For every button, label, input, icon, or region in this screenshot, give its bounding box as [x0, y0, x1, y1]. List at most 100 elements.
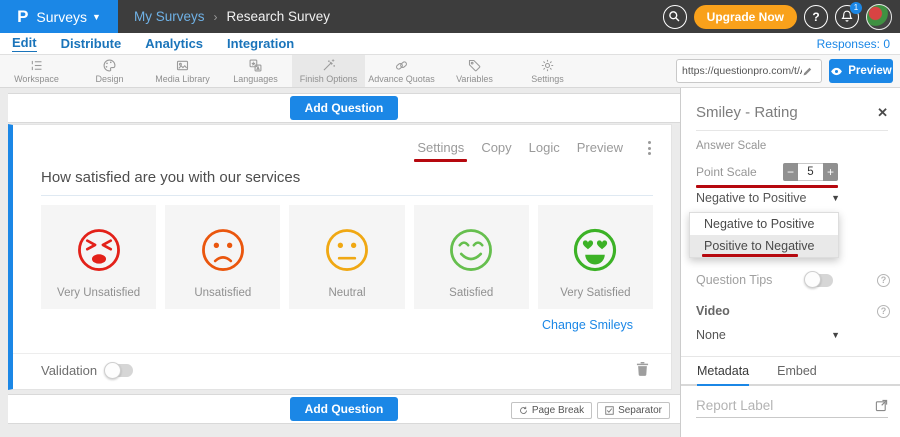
- neutral-smiley-icon: [322, 225, 372, 275]
- question-title[interactable]: How satisfied are you with our services: [41, 169, 300, 186]
- notifications-bell-icon[interactable]: 1: [835, 5, 859, 29]
- panel-tab-metadata[interactable]: Metadata: [697, 364, 749, 386]
- question-tips-label: Question Tips: [696, 273, 772, 287]
- question-tips-help-icon[interactable]: ?: [877, 274, 890, 287]
- panel-title: Smiley - Rating: [696, 104, 798, 121]
- question-card: Settings Copy Logic Preview How satisfie…: [8, 124, 672, 390]
- chevron-down-icon: ▼: [92, 12, 101, 22]
- toolbar-item-variables[interactable]: Variables: [438, 55, 511, 87]
- toolbar-item-workspace[interactable]: Workspace: [0, 55, 73, 87]
- delete-question-trash-icon[interactable]: [636, 361, 649, 381]
- option-label: Positive to Negative: [704, 239, 814, 253]
- question-settings-panel: Smiley - Rating ✕ Answer Scale Point Sca…: [680, 88, 900, 437]
- video-select-value: None: [696, 328, 726, 342]
- toolbar-label: Variables: [456, 74, 493, 84]
- toolbar-item-finish-options[interactable]: Finish Options: [292, 55, 365, 87]
- languages-icon: [248, 58, 263, 73]
- survey-url-field: [676, 59, 822, 83]
- toolbar-item-advance-quotas[interactable]: Advance Quotas: [365, 55, 438, 87]
- help-icon[interactable]: ?: [804, 5, 828, 29]
- video-help-icon[interactable]: ?: [877, 305, 890, 318]
- report-label-input[interactable]: [696, 398, 875, 413]
- smiley-option-very-unsatisfied[interactable]: Very Unsatisfied: [41, 205, 156, 309]
- video-row: Video ?: [696, 304, 890, 318]
- smiley-label: Unsatisfied: [194, 287, 251, 299]
- add-question-bar-bottom: Add Question Page Break Separator: [8, 394, 680, 424]
- panel-divider: [696, 130, 888, 131]
- toolbar-label: Design: [95, 74, 123, 84]
- preview-button[interactable]: Preview: [829, 59, 893, 83]
- edit-url-pencil-icon[interactable]: [802, 66, 813, 77]
- annotation-underline-positive-to-negative: [702, 254, 798, 258]
- topbar-actions: Upgrade Now ? 1: [663, 0, 892, 33]
- app-menu-surveys[interactable]: P Surveys ▼: [0, 0, 118, 33]
- separator-button[interactable]: Separator: [597, 402, 670, 419]
- nav-tab-distribute[interactable]: Distribute: [61, 36, 122, 52]
- nav-tab-integration[interactable]: Integration: [227, 36, 294, 52]
- panel-tab-embed[interactable]: Embed: [777, 364, 817, 384]
- smiley-label: Neutral: [328, 287, 365, 299]
- breadcrumb-my-surveys[interactable]: My Surveys: [134, 9, 205, 24]
- eye-icon: [830, 67, 843, 76]
- upgrade-now-button[interactable]: Upgrade Now: [694, 5, 797, 29]
- nav-tab-analytics[interactable]: Analytics: [145, 36, 203, 52]
- settings-gear-icon: [540, 58, 555, 73]
- open-external-icon[interactable]: [875, 399, 888, 412]
- question-more-menu-icon[interactable]: [646, 139, 653, 157]
- chevron-down-icon: ▼: [831, 193, 840, 203]
- toolbar-item-design[interactable]: Design: [73, 55, 146, 87]
- question-tab-logic[interactable]: Logic: [529, 140, 560, 155]
- question-tab-preview[interactable]: Preview: [577, 140, 623, 155]
- answer-scale-label: Answer Scale: [696, 140, 766, 152]
- question-tab-copy[interactable]: Copy: [481, 140, 511, 155]
- question-tabs: Settings Copy Logic Preview: [417, 140, 623, 155]
- close-panel-icon[interactable]: ✕: [877, 105, 888, 121]
- option-positive-to-negative[interactable]: Positive to Negative: [690, 235, 838, 257]
- smiley-option-very-satisfied[interactable]: Very Satisfied: [538, 205, 653, 309]
- validation-toggle[interactable]: [105, 364, 133, 377]
- increase-points-button[interactable]: +: [823, 163, 838, 181]
- validation-label: Validation: [41, 363, 97, 378]
- change-smileys-link[interactable]: Change Smileys: [542, 318, 633, 332]
- panel-tabs: Metadata Embed: [681, 364, 900, 386]
- point-scale-row: Point Scale − 5 +: [696, 163, 838, 181]
- toolbar-item-settings[interactable]: Settings: [511, 55, 584, 87]
- toolbar-item-languages[interactable]: Languages: [219, 55, 292, 87]
- breadcrumb-current-survey: Research Survey: [227, 9, 331, 24]
- smiley-option-neutral[interactable]: Neutral: [289, 205, 404, 309]
- question-tips-toggle[interactable]: [805, 274, 833, 287]
- design-palette-icon: [102, 58, 117, 73]
- annotation-underline-point-scale: [696, 185, 838, 189]
- toggle-knob: [804, 271, 821, 288]
- card-divider: [13, 353, 671, 354]
- very-satisfied-smiley-icon: [570, 225, 620, 275]
- scale-direction-select[interactable]: Negative to Positive ▼: [696, 191, 840, 205]
- responses-count[interactable]: Responses: 0: [817, 37, 890, 51]
- decrease-points-button[interactable]: −: [783, 163, 798, 181]
- variables-tag-icon: [467, 58, 482, 73]
- video-select[interactable]: None ▼: [696, 328, 840, 342]
- finish-options-wand-icon: [321, 58, 336, 73]
- add-question-button-bottom[interactable]: Add Question: [290, 397, 399, 421]
- panel-divider: [681, 356, 900, 357]
- nav-tab-edit[interactable]: Edit: [12, 35, 37, 52]
- point-scale-label: Point Scale: [696, 165, 757, 179]
- smiley-option-unsatisfied[interactable]: Unsatisfied: [165, 205, 280, 309]
- page-break-button[interactable]: Page Break: [511, 402, 592, 419]
- add-question-bar-top: Add Question: [8, 93, 680, 123]
- toolbar-label: Advance Quotas: [368, 74, 435, 84]
- question-tab-settings[interactable]: Settings: [417, 140, 464, 155]
- media-library-icon: [175, 58, 190, 73]
- option-negative-to-positive[interactable]: Negative to Positive: [690, 213, 838, 235]
- smiley-option-satisfied[interactable]: Satisfied: [414, 205, 529, 309]
- toolbar-label: Finish Options: [300, 74, 358, 84]
- scale-direction-dropdown-menu: Negative to Positive Positive to Negativ…: [689, 212, 839, 258]
- toolbar-item-media-library[interactable]: Media Library: [146, 55, 219, 87]
- search-icon[interactable]: [663, 5, 687, 29]
- toggle-knob: [104, 362, 121, 379]
- page-break-label: Page Break: [532, 405, 584, 416]
- add-question-button-top[interactable]: Add Question: [290, 96, 399, 120]
- advance-quotas-chain-icon: [394, 58, 409, 73]
- user-avatar[interactable]: [866, 4, 892, 30]
- survey-url-input[interactable]: [682, 65, 802, 77]
